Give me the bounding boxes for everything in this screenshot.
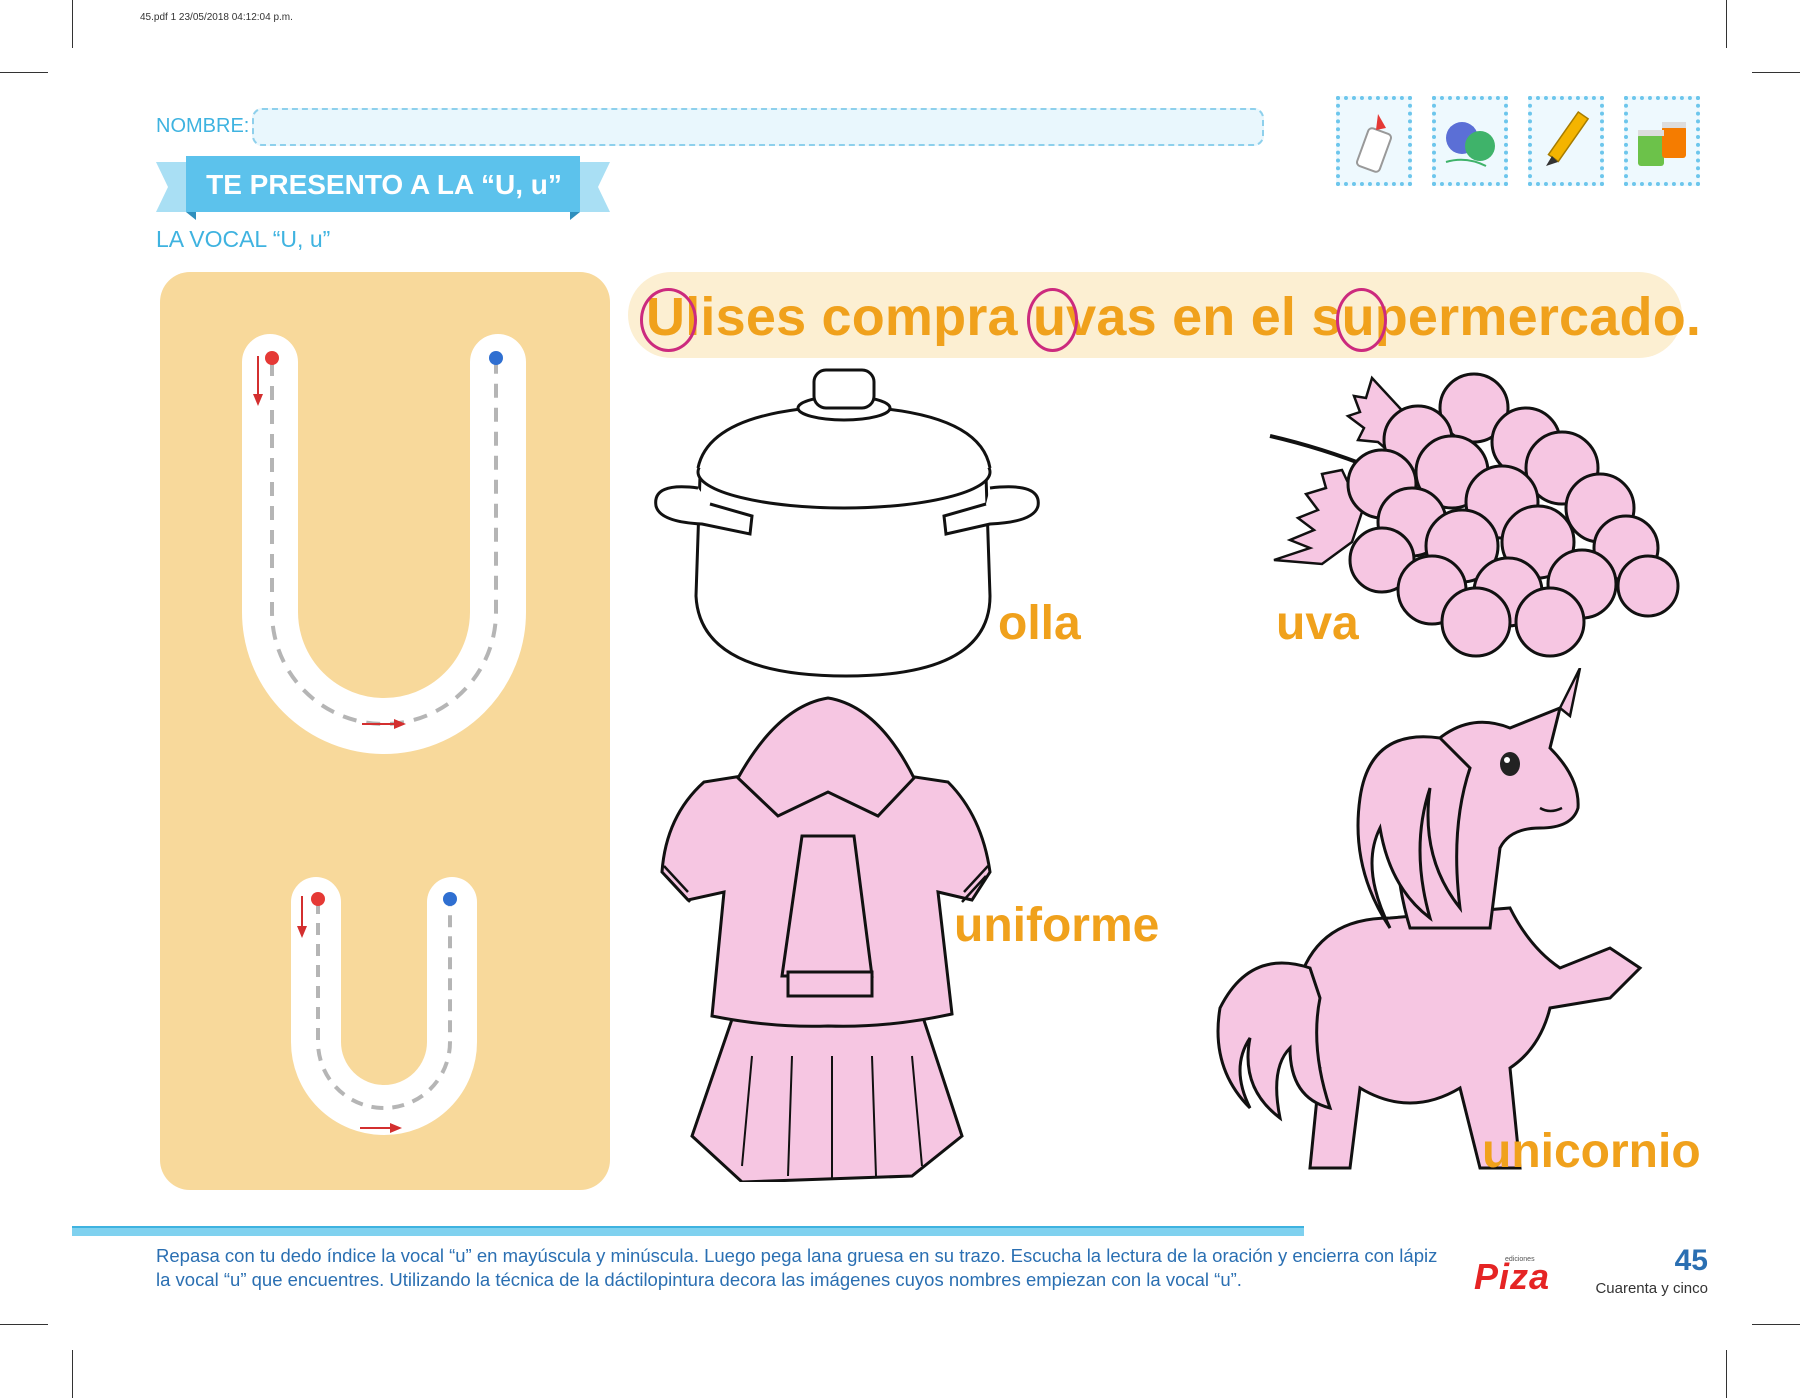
page-number: 45: [1674, 1244, 1708, 1277]
page-subtitle: LA VOCAL “U, u”: [156, 226, 331, 252]
word-label: uva: [1276, 597, 1359, 650]
pencil-icon: [1528, 96, 1604, 186]
unicorn-icon[interactable]: [1210, 668, 1650, 1188]
page-number-words: Cuarenta y cinco: [1595, 1280, 1708, 1297]
word-label: uniforme: [954, 899, 1160, 952]
uniform-icon[interactable]: [652, 696, 992, 1182]
crop-mark: [0, 72, 48, 73]
circled-letter[interactable]: u: [1026, 282, 1079, 352]
crop-mark: [1726, 1350, 1727, 1398]
pot-icon[interactable]: [650, 366, 1050, 682]
materials-strip: [1336, 92, 1706, 192]
tracing-letters: [242, 334, 526, 1135]
crop-mark: [0, 1324, 48, 1325]
circled-letter[interactable]: U: [639, 282, 698, 352]
lowercase-u-trace[interactable]: [291, 877, 477, 1135]
crop-mark: [72, 1350, 73, 1398]
crop-mark: [72, 0, 73, 48]
name-label: NOMBRE:: [156, 115, 250, 137]
uppercase-u-trace[interactable]: [242, 334, 526, 754]
file-info: 45.pdf 1 23/05/2018 04:12:04 p.m.: [140, 12, 293, 23]
circled-letter[interactable]: u: [1335, 282, 1388, 352]
crop-mark: [1752, 1324, 1800, 1325]
footer-divider: [72, 1226, 1304, 1236]
paint-icon: [1624, 96, 1700, 186]
sentence-text: permercado.: [1374, 287, 1702, 347]
sentence-text: lises compra: [685, 287, 1033, 347]
word-label: unicornio: [1482, 1125, 1701, 1178]
page-title: TE PRESENTO A LA “U, u”: [206, 169, 562, 200]
tracing-panel: [160, 272, 610, 1190]
crop-mark: [1752, 72, 1800, 73]
brand-tag: ediciones: [1505, 1256, 1535, 1263]
sentence: Ulises compra uvas en el supermercado.: [639, 282, 1702, 352]
glue-icon: [1336, 96, 1412, 186]
crop-mark: [1726, 0, 1727, 48]
yarn-icon: [1432, 96, 1508, 186]
name-field[interactable]: [252, 108, 1264, 146]
instructions: Repasa con tu dedo índice la vocal “u” e…: [156, 1245, 1438, 1290]
word-label: olla: [998, 597, 1081, 650]
sentence-text: vas en el s: [1066, 287, 1342, 347]
